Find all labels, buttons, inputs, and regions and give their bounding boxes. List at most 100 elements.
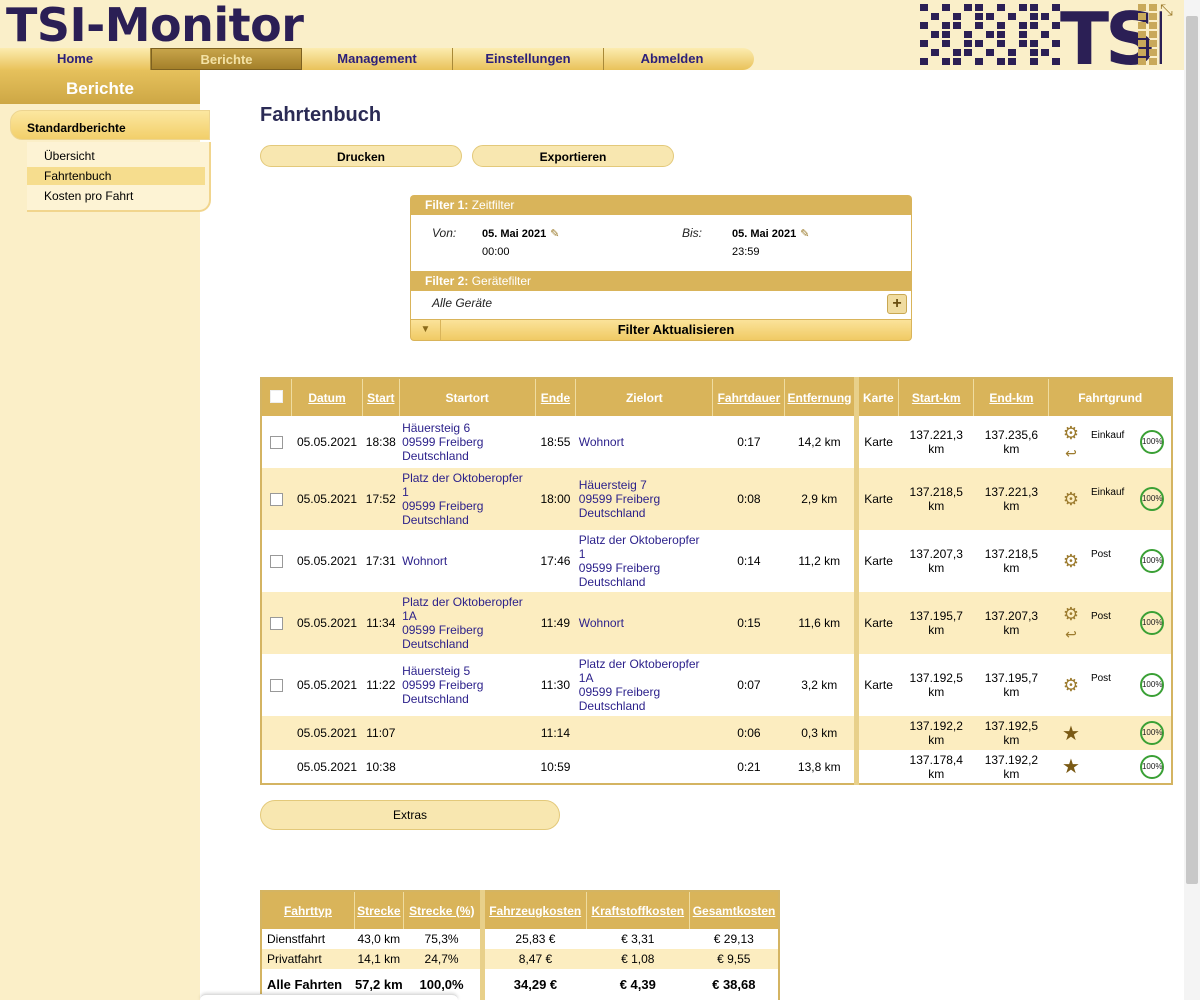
km-value: 137.192,5 [984, 719, 1039, 733]
nav-management[interactable]: Management [302, 48, 453, 70]
cell-zielort[interactable]: Wohnort [575, 592, 713, 654]
cell-zielort[interactable]: Platz der Oktoberopfer 1 09599 Freiberg Deu… [576, 530, 713, 592]
sidebar-link-kosten-pro-fahrt[interactable]: Kosten pro Fahrt [27, 187, 205, 205]
to-date[interactable]: 05. Mai 2021 ✎ [732, 227, 809, 240]
cell-startort[interactable]: Häuersteig 5 09599 Freiberg Deutschland [399, 654, 535, 716]
sidebar-link-fahrtenbuch[interactable]: Fahrtenbuch [27, 167, 205, 185]
percent-badge[interactable]: 100% [1139, 721, 1164, 745]
cell-startort[interactable]: Platz der Oktoberopfer 1A 09599 Freiberg De… [399, 592, 536, 654]
from-date[interactable]: 05. Mai 2021 ✎ [482, 227, 559, 240]
reason-icons: ★ [1051, 754, 1091, 779]
col-fahrtdauer[interactable]: Fahrtdauer [712, 378, 785, 416]
sum-col-fahrttyp[interactable]: Fahrttyp [261, 891, 355, 929]
km-value: 137.235,6 [984, 428, 1039, 442]
cell-startort[interactable]: Wohnort [399, 530, 535, 592]
collapse-icon[interactable]: ⤡ [1160, 2, 1173, 20]
km-unit: km [1003, 685, 1020, 699]
table-row: 05.05.2021 17:52 Platz der Oktoberopfer 1 09… [261, 468, 1172, 530]
cell-karte[interactable]: Karte [856, 654, 899, 716]
cell-end-km: 137.235,6 km [974, 416, 1049, 468]
percent-badge[interactable]: 100% [1139, 549, 1164, 573]
percent-badge[interactable]: 100% [1139, 611, 1164, 635]
cell-fahrtgrund: ⚙ Post 100% [1049, 530, 1172, 592]
cell-zielort[interactable]: Wohnort [576, 416, 713, 468]
cell-startort[interactable]: Platz der Oktoberopfer 1 09599 Freiberg Deu… [399, 468, 536, 530]
extras-button[interactable]: Extras [260, 800, 560, 830]
cell-ende: 11:14 [535, 716, 576, 750]
row-checkbox[interactable] [270, 555, 284, 569]
row-checkbox[interactable] [270, 617, 284, 631]
gear-icon[interactable]: ⚙ [1063, 604, 1079, 624]
row-checkbox[interactable] [270, 436, 284, 450]
cell-karte[interactable]: Karte [856, 592, 899, 654]
sum-col-strecke-pct[interactable]: Strecke (%) [402, 891, 485, 929]
cell-karte[interactable] [856, 750, 899, 784]
col-start[interactable]: Start [362, 378, 400, 416]
cell-fahrtgrund: ⚙ Post 100% [1049, 654, 1172, 716]
percent-badge[interactable]: 100% [1139, 673, 1164, 697]
nav-einstellungen[interactable]: Einstellungen [453, 48, 604, 70]
row-checkbox[interactable] [270, 679, 284, 693]
gear-icon[interactable]: ⚙ [1063, 675, 1079, 695]
gear-icon[interactable]: ⚙ [1063, 551, 1079, 571]
address-line: Wohnort [578, 616, 624, 630]
cell-startort[interactable]: Häuersteig 6 09599 Freiberg Deutschland [399, 416, 535, 468]
select-all-checkbox[interactable] [269, 389, 283, 403]
cell-fahrtdauer: 0:17 [737, 435, 761, 449]
print-button[interactable]: Drucken [260, 145, 462, 167]
cell-karte[interactable]: Karte [856, 416, 899, 468]
row-checkbox[interactable] [270, 493, 284, 507]
col-ende[interactable]: Ende [534, 378, 576, 416]
sidebar-section-standardberichte[interactable]: Standardberichte [10, 110, 210, 140]
scrollbar-thumb[interactable] [1186, 16, 1198, 884]
bottom-popup-edge [200, 994, 458, 1000]
export-button[interactable]: Exportieren [472, 145, 674, 167]
km-value: 137.218,5 [984, 547, 1039, 561]
reason-text-cell: Einkauf [1090, 487, 1135, 511]
sidebar-link-uebersicht[interactable]: Übersicht [27, 147, 205, 165]
nav-berichte[interactable]: Berichte [151, 48, 302, 70]
cell-zielort[interactable] [576, 750, 713, 784]
cell-datum: 05.05.2021 [296, 435, 358, 449]
table-row: 05.05.2021 18:38 Häuersteig 6 09599 Freiber… [261, 416, 1172, 468]
cell-karte[interactable]: Karte [856, 530, 899, 592]
sum-col-gesamtkosten[interactable]: Gesamtkosten [689, 891, 779, 929]
cell-karte[interactable]: Karte [856, 468, 899, 530]
cell-startort[interactable] [399, 750, 535, 784]
cell-zielort[interactable]: Platz der Oktoberopfer 1A 09599 Freiberg De… [576, 654, 713, 716]
nav-abmelden[interactable]: Abmelden [604, 48, 740, 70]
summary-cell: € 1,08 [586, 949, 690, 969]
percent-badge[interactable]: 100% [1139, 754, 1164, 779]
col-end-km[interactable]: End-km [973, 378, 1049, 416]
cell-zielort[interactable]: Häuersteig 7 09599 Freiberg Deutschland [575, 468, 713, 530]
col-datum[interactable]: Datum [290, 378, 363, 416]
filter2-body: Alle Geräte [410, 291, 912, 319]
cell-ende: 18:55 [540, 435, 571, 449]
col-entfernung[interactable]: Entfernung [784, 378, 859, 416]
sum-col-kraftstoffkosten[interactable]: Kraftstoffkosten [585, 891, 690, 929]
nav-home[interactable]: Home [0, 48, 151, 70]
percent-badge[interactable]: 100% [1139, 430, 1164, 454]
sum-col-fahrzeugkosten[interactable]: Fahrzeugkosten [481, 891, 586, 929]
add-device-button[interactable]: + [887, 294, 907, 314]
edit-pencil-icon[interactable]: ✎ [550, 227, 559, 240]
percent-badge[interactable]: 100% [1139, 487, 1164, 511]
undo-icon[interactable]: ↩ [1051, 445, 1091, 462]
reason-icons: ⚙ [1050, 487, 1091, 511]
cell-karte[interactable] [856, 716, 899, 750]
star-icon[interactable]: ★ [1062, 756, 1080, 778]
star-icon[interactable]: ★ [1062, 723, 1080, 745]
sum-col-strecke[interactable]: Strecke [353, 891, 404, 929]
cell-startort[interactable] [399, 716, 536, 750]
undo-icon[interactable]: ↩ [1051, 626, 1091, 643]
km-value: 137.207,3 [984, 609, 1039, 623]
gear-icon[interactable]: ⚙ [1063, 489, 1079, 509]
edit-pencil-icon[interactable]: ✎ [800, 227, 809, 240]
cell-zielort[interactable] [575, 716, 713, 750]
filter-update-button[interactable]: ▼ Filter Aktualisieren [410, 319, 912, 341]
reason-row: ⚙ ↩ Post 100% [1050, 603, 1169, 643]
expand-arrow-icon[interactable]: ▼ [411, 320, 441, 340]
gear-icon[interactable]: ⚙ [1063, 423, 1079, 443]
col-start-km[interactable]: Start-km [898, 378, 974, 416]
reason-row: ★ 100% [1050, 720, 1169, 746]
